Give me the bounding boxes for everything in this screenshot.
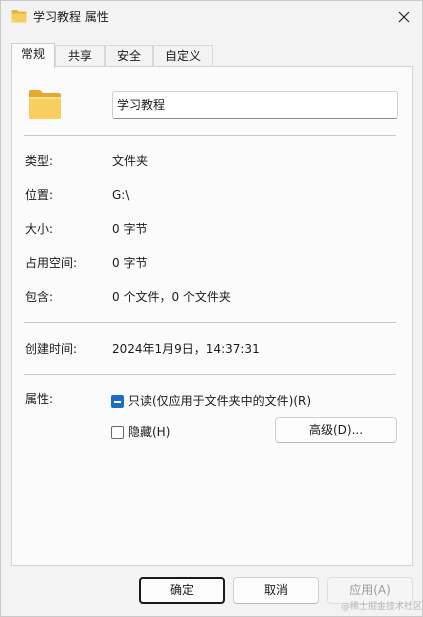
hidden-checkbox[interactable] (111, 426, 124, 439)
cancel-button[interactable]: 取消 (233, 577, 319, 604)
watermark: @稀土掘金技术社区 (341, 602, 423, 612)
separator (24, 322, 396, 323)
tab-customize[interactable]: 自定义 (153, 45, 213, 67)
apply-button: 应用(A) (327, 577, 413, 604)
close-button[interactable] (385, 1, 422, 33)
type-value: 文件夹 (112, 154, 149, 168)
size-value: 0 字节 (112, 222, 148, 236)
attributes-label: 属性: (25, 392, 54, 406)
hidden-checkbox-label[interactable]: 隐藏(H) (128, 424, 170, 440)
tab-strip: 常规 共享 安全 自定义 (11, 43, 414, 68)
window-title: 学习教程 属性 (33, 10, 109, 24)
folder-name-input[interactable]: 学习教程 (112, 91, 398, 119)
separator (24, 135, 396, 136)
title-bar[interactable]: 学习教程 属性 (1, 1, 422, 33)
folder-icon (29, 90, 61, 119)
created-label: 创建时间: (25, 342, 78, 356)
type-label: 类型: (25, 154, 54, 168)
readonly-checkbox[interactable] (111, 395, 124, 408)
tab-general[interactable]: 常规 (11, 43, 55, 68)
size-label: 大小: (25, 222, 54, 236)
folder-icon (11, 10, 27, 23)
contains-label: 包含: (25, 290, 54, 304)
size-on-disk-value: 0 字节 (112, 256, 148, 270)
created-value: 2024年1月9日，14:37:31 (112, 342, 260, 356)
close-icon (398, 11, 409, 23)
readonly-checkbox-label[interactable]: 只读(仅应用于文件夹中的文件)(R) (128, 393, 311, 409)
contains-value: 0 个文件，0 个文件夹 (112, 290, 231, 304)
tab-security[interactable]: 安全 (105, 45, 153, 67)
tab-sharing[interactable]: 共享 (55, 45, 105, 67)
properties-window: 学习教程 属性 常规 共享 安全 自定义 学习教程 类型: 文件夹 位置: G:… (0, 0, 423, 617)
ok-button[interactable]: 确定 (139, 577, 225, 604)
advanced-button[interactable]: 高级(D)... (275, 417, 397, 443)
location-value: G:\ (112, 188, 130, 202)
general-panel: 学习教程 类型: 文件夹 位置: G:\ 大小: 0 字节 占用空间: 0 字节… (11, 66, 413, 566)
size-on-disk-label: 占用空间: (25, 256, 78, 270)
location-label: 位置: (25, 188, 54, 202)
separator (24, 374, 396, 375)
